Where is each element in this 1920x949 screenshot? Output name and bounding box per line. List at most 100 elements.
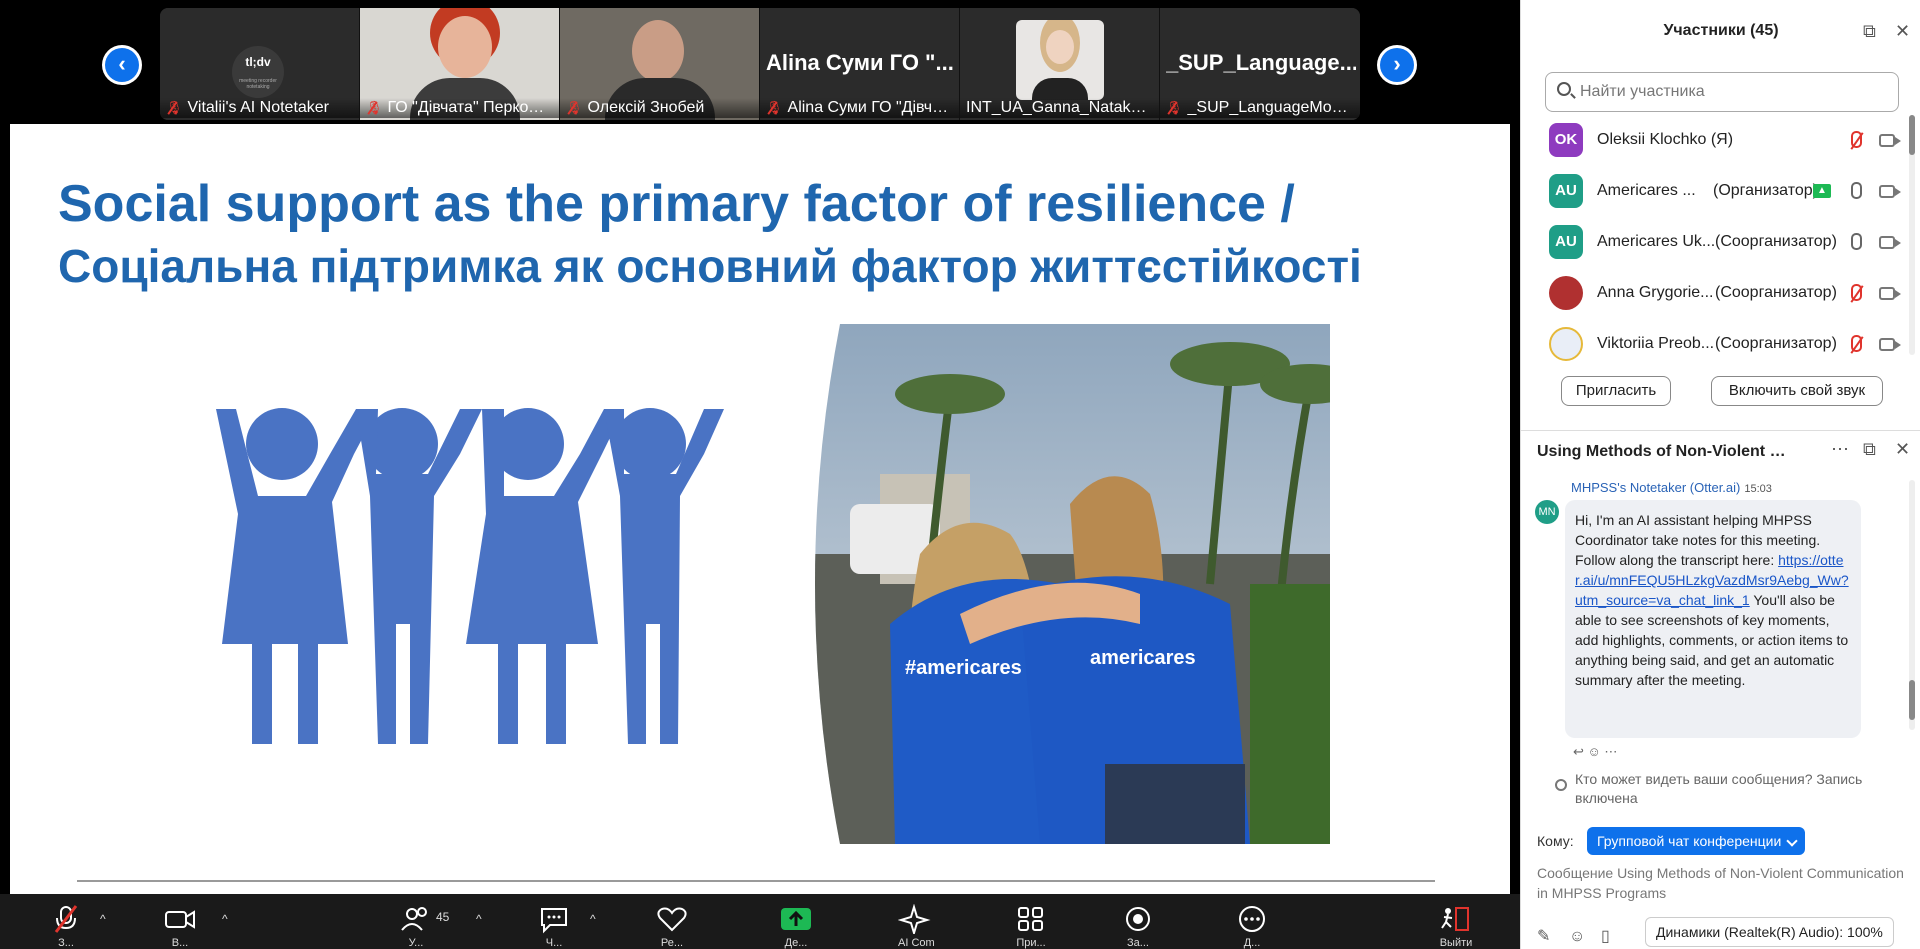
participants-count: 45 [436, 910, 450, 924]
more-button[interactable]: Д... [1234, 904, 1270, 949]
more-options-icon[interactable]: ⋯ [1831, 439, 1849, 459]
toolbar-label: Ч... [545, 937, 563, 949]
video-camera-icon [165, 910, 195, 929]
close-icon[interactable]: ✕ [1895, 439, 1910, 459]
video-button[interactable]: В... [160, 904, 200, 949]
participants-button[interactable]: У... [398, 904, 434, 949]
leave-button[interactable]: Выйти [1436, 904, 1476, 949]
microphone-icon[interactable] [1846, 232, 1864, 254]
participant-role: (Соорганизатор) [1715, 284, 1837, 301]
tile-name: Олексій Знобей [587, 99, 705, 116]
toolbar-label: У... [408, 937, 424, 949]
tile-name: _SUP_LanguageMonit... [1187, 99, 1360, 116]
toolbar-label: Выйти [1439, 937, 1473, 949]
tile-name: Vitalii's AI Notetaker [187, 99, 330, 116]
avatar: AU [1549, 225, 1583, 259]
shirt-logo-text: #americares [905, 657, 1022, 679]
emoji-icon[interactable]: ☺ [1569, 928, 1585, 946]
chevron-up-icon[interactable]: ^ [100, 912, 106, 926]
mic-muted-icon[interactable] [1846, 130, 1864, 152]
tile-name: INT_UA_Ganna_Natakallam [966, 99, 1159, 116]
format-icon[interactable]: ✎ [1537, 926, 1550, 946]
record-button[interactable]: За... [1120, 904, 1156, 949]
video-tile[interactable]: tl;dv meeting recorder notetaking 🎙 Vitali… [160, 8, 360, 120]
invite-button[interactable]: Пригласить [1561, 376, 1671, 406]
close-icon[interactable]: ✕ [1895, 21, 1910, 41]
apps-button[interactable]: При... [1013, 904, 1049, 949]
avatar [1549, 327, 1583, 361]
next-page-button[interactable]: › [1377, 45, 1417, 85]
pop-out-icon[interactable]: ⧉ [1863, 439, 1876, 459]
leave-icon [1441, 907, 1469, 931]
tile-name: Alina Суми ГО "Дівчат... [787, 99, 959, 116]
pop-out-icon[interactable]: ⧉ [1863, 21, 1876, 41]
record-icon [1126, 907, 1150, 931]
mute-button[interactable]: З... [48, 904, 84, 949]
participant-row[interactable]: OK Oleksii Klochko (Я) [1521, 116, 1920, 166]
shared-slide: Social support as the primary factor of … [10, 124, 1510, 894]
participant-row[interactable]: Anna Grygorie... (Соорганизатор) [1521, 269, 1920, 319]
prev-page-button[interactable]: ‹ [102, 45, 142, 85]
video-tile[interactable]: _SUP_Language... 🎙 _SUP_LanguageMonit... [1160, 8, 1360, 120]
chat-icon [541, 908, 567, 934]
shirt-logo-text: americares [1090, 647, 1196, 669]
microphone-muted-icon [54, 905, 78, 933]
share-screen-icon [781, 908, 811, 930]
participant-row[interactable]: AU Americares ... (Организатор) ▲ [1521, 167, 1920, 217]
toolbar-label: За... [1127, 937, 1149, 949]
participant-photo [1016, 20, 1104, 100]
recipient-dropdown[interactable]: Групповой чат конференции [1587, 827, 1806, 855]
microphone-icon[interactable] [1846, 181, 1864, 203]
slide-divider [77, 880, 1435, 882]
chat-button[interactable]: Ч... [536, 904, 572, 949]
participant-row[interactable]: Viktoriia Preob... (Соорганизатор) [1521, 320, 1920, 370]
share-screen-button[interactable]: Де... [776, 904, 816, 949]
slide-title-ukrainian: Соціальна підтримка як основний фактор ж… [58, 240, 1362, 292]
video-camera-icon[interactable] [1879, 338, 1901, 351]
unmute-self-button[interactable]: Включить свой звук [1711, 376, 1883, 406]
chat-message: Hi, I'm an AI assistant helping MHPSS Co… [1565, 500, 1861, 738]
participants-scrollbar[interactable] [1909, 115, 1915, 355]
visibility-note[interactable]: Кто может видеть ваши сообщения? Запись … [1555, 770, 1895, 808]
chevron-up-icon[interactable]: ^ [222, 912, 228, 926]
file-icon[interactable]: ▯ [1601, 926, 1610, 946]
mic-muted-icon: 🎙 [366, 98, 383, 118]
ai-companion-button[interactable]: AI Companion [897, 903, 934, 949]
mic-muted-icon[interactable] [1846, 283, 1864, 305]
video-camera-icon[interactable] [1879, 236, 1901, 249]
search-icon [1557, 82, 1571, 96]
video-tile[interactable]: 🎙 ГО "Дівчата" Перкола... [360, 8, 560, 120]
avatar: MN [1535, 500, 1559, 524]
video-camera-icon[interactable] [1879, 134, 1901, 147]
participant-face [438, 16, 492, 78]
mic-muted-icon: 🎙 [766, 98, 783, 118]
participant-role: (Соорганизатор) [1715, 335, 1837, 352]
participant-row[interactable]: AU Americares Uk... (Соорганизатор) [1521, 218, 1920, 268]
avatar: OK [1549, 123, 1583, 157]
participant-search-input[interactable] [1545, 72, 1899, 112]
participant-name: Oleksii Klochko (Я) [1597, 131, 1734, 148]
video-tile[interactable]: 🎙 Олексій Знобей [560, 8, 760, 120]
tile-name: ГО "Дівчата" Перкола... [387, 99, 559, 116]
chevron-up-icon[interactable]: ^ [590, 912, 596, 926]
video-tile[interactable]: INT_UA_Ganna_Natakallam [960, 8, 1160, 120]
heart-icon [657, 907, 687, 932]
chat-scrollbar[interactable] [1909, 480, 1915, 730]
message-sender: MHPSS's Notetaker (Otter.ai) 15:03 [1571, 480, 1772, 495]
video-tile[interactable]: Alina Суми ГО "... 🎙 Alina Суми ГО "Дівча… [760, 8, 960, 120]
chevron-up-icon[interactable]: ^ [476, 912, 482, 926]
participant-name: Americares Uk... [1597, 233, 1716, 250]
audio-device-tooltip: Динамики (Realtek(R) Audio): 100% [1645, 917, 1894, 947]
toolbar-label: Де... [784, 937, 808, 949]
participant-face [632, 20, 684, 82]
mic-muted-icon: 🎙 [166, 98, 183, 118]
mic-muted-icon[interactable] [1846, 334, 1864, 356]
video-camera-icon[interactable] [1879, 185, 1901, 198]
chat-message-input[interactable] [1537, 863, 1907, 907]
chat-title: Using Methods of Non-Violent Co... [1537, 443, 1787, 460]
video-camera-icon[interactable] [1879, 287, 1901, 300]
message-actions[interactable]: ↩ ☺ ⋯ [1573, 744, 1617, 760]
reactions-button[interactable]: Ре... [654, 904, 690, 949]
chat-header: Using Methods of Non-Violent Co... ⋯ ⧉ ✕ [1521, 430, 1920, 470]
people-holding-hands-illustration [216, 408, 724, 744]
